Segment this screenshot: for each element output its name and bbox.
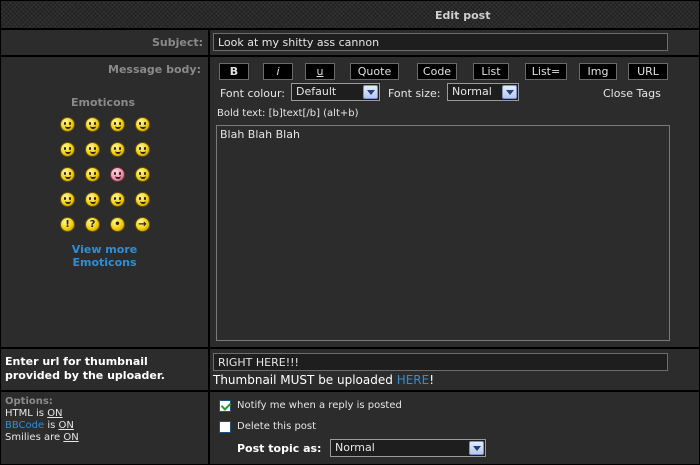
img-button[interactable]: Img <box>579 63 617 80</box>
html-status-value: ON <box>47 408 63 419</box>
post-topic-label: Post topic as: <box>237 442 322 455</box>
chevron-down-icon <box>363 85 378 99</box>
smile-icon[interactable] <box>85 117 100 132</box>
thumbnail-note-suffix: ! <box>429 373 435 387</box>
close-tags-link[interactable]: Close Tags <box>603 87 661 100</box>
thumbnail-label-line1: Enter url for thumbnail <box>5 355 148 368</box>
options-label-cell: Options: HTML is ON BBCode is ON Smilies… <box>1 392 208 464</box>
thumbnail-label-cell: Enter url for thumbnail provided by the … <box>1 349 208 390</box>
mad-icon[interactable] <box>60 167 75 182</box>
bbcode-status-value: ON <box>58 420 74 431</box>
razz-icon[interactable] <box>85 167 100 182</box>
post-topic-value: Normal <box>335 441 375 454</box>
message-editor-cell: B i u Quote Code List List= Img URL Font… <box>210 57 699 347</box>
font-colour-value: Default <box>296 85 337 98</box>
thumbnail-here-link[interactable]: HERE <box>397 373 430 387</box>
edit-post-header: Edit post <box>1 1 699 28</box>
notify-label: Notify me when a reply is posted <box>237 400 402 411</box>
chevron-down-icon <box>502 85 517 99</box>
html-status-label: HTML is <box>5 408 48 419</box>
page-title: Edit post <box>435 9 491 22</box>
message-label-cell: Message body: Emoticons View more Emotic… <box>1 57 208 347</box>
confused-icon[interactable] <box>85 142 100 157</box>
font-size-label: Font size: <box>388 87 441 100</box>
view-more-text: View more <box>71 243 138 256</box>
question-icon[interactable]: ? <box>85 217 100 232</box>
arrow-icon[interactable]: → <box>135 217 150 232</box>
thumbnail-note: Thumbnail MUST be uploaded HERE! <box>213 373 434 387</box>
view-more-emoticons-link[interactable]: View more Emoticons <box>1 243 208 269</box>
rolling-eyes-icon[interactable] <box>110 192 125 207</box>
idea-icon[interactable]: • <box>110 217 125 232</box>
embarrassed-icon[interactable] <box>110 167 125 182</box>
quote-button[interactable]: Quote <box>350 63 399 80</box>
options-title: Options: <box>5 396 53 407</box>
emoticons-text: Emoticons <box>72 256 137 269</box>
list-button[interactable]: List <box>473 63 509 80</box>
smilies-status-label: Smilies are <box>5 432 64 443</box>
notify-checkbox[interactable] <box>219 400 231 412</box>
thumbnail-label: Enter url for thumbnail provided by the … <box>5 355 165 383</box>
surprised-icon[interactable] <box>135 117 150 132</box>
italic-button[interactable]: i <box>263 63 293 80</box>
url-button[interactable]: URL <box>628 63 668 80</box>
thumbnail-url-input[interactable] <box>213 353 668 371</box>
subject-field-cell <box>210 30 699 55</box>
wink-smile-icon[interactable] <box>135 192 150 207</box>
twisted-evil-icon[interactable] <box>85 192 100 207</box>
shocked-icon[interactable] <box>60 142 75 157</box>
font-size-select[interactable]: Normal <box>447 83 519 101</box>
exclamation-icon[interactable]: ! <box>60 217 75 232</box>
options-field-cell: Notify me when a reply is posted Delete … <box>210 392 699 464</box>
sad-icon[interactable] <box>110 117 125 132</box>
evil-icon[interactable] <box>60 192 75 207</box>
font-colour-label: Font colour: <box>220 87 286 100</box>
message-text: Blah Blah Blah <box>220 128 300 141</box>
subject-input[interactable] <box>213 33 668 51</box>
font-size-value: Normal <box>452 85 492 98</box>
help-hint: Bold text: [b]text[/b] (alt+b) <box>217 108 359 119</box>
list-ordered-button[interactable]: List= <box>525 63 567 80</box>
options-summary: Options: HTML is ON BBCode is ON Smilies… <box>5 396 79 444</box>
thumbnail-label-line2: provided by the uploader. <box>5 369 165 382</box>
subject-label-cell: Subject: <box>1 30 208 55</box>
post-topic-select[interactable]: Normal <box>330 439 486 457</box>
bold-button[interactable]: B <box>219 63 249 80</box>
delete-label: Delete this post <box>237 421 317 432</box>
laughing-icon[interactable] <box>135 142 150 157</box>
post-editor-frame: Edit post Subject: Message body: Emotico… <box>0 0 700 465</box>
code-button[interactable]: Code <box>417 63 457 80</box>
font-colour-select[interactable]: Default <box>291 83 380 101</box>
bbcode-link[interactable]: BBCode <box>5 420 44 431</box>
cool-icon[interactable] <box>110 142 125 157</box>
underline-button[interactable]: u <box>305 63 335 80</box>
bbcode-is: is <box>44 420 59 431</box>
smilies-status-value: ON <box>63 432 79 443</box>
delete-checkbox[interactable] <box>219 421 231 433</box>
thumbnail-field-cell: Thumbnail MUST be uploaded HERE! <box>210 349 699 390</box>
wink-icon[interactable] <box>135 167 150 182</box>
message-textarea[interactable]: Blah Blah Blah <box>216 125 670 341</box>
thumbnail-note-text: Thumbnail MUST be uploaded <box>213 373 397 387</box>
message-body-label: Message body: <box>108 63 201 76</box>
very-happy-icon[interactable] <box>60 117 75 132</box>
chevron-down-icon <box>469 441 484 455</box>
emoticons-title: Emoticons <box>71 96 136 109</box>
subject-label: Subject: <box>152 36 204 49</box>
